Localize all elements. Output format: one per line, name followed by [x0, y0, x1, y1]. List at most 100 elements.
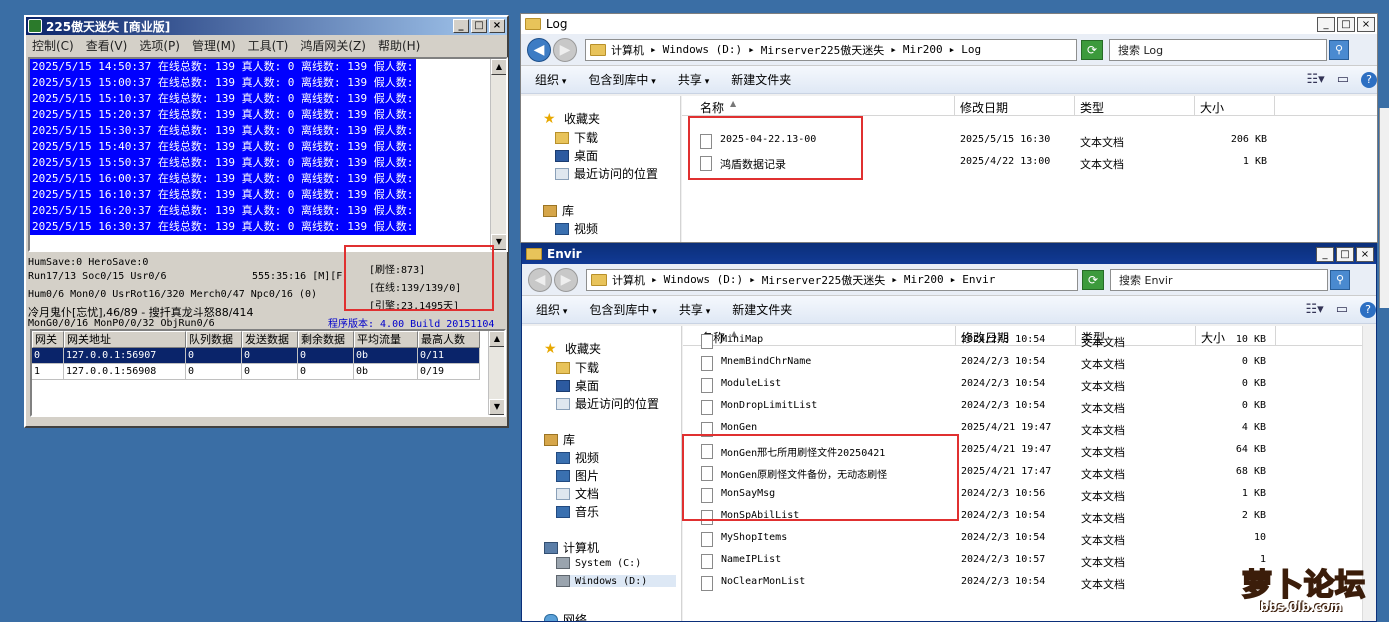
column-header[interactable]: 网关	[32, 331, 64, 348]
path-segment[interactable]: Envir	[962, 273, 995, 286]
nav-drive-c[interactable]: System (C:)	[556, 557, 641, 569]
preview-pane-icon[interactable]: ▭	[1337, 72, 1349, 87]
scroll-down-icon[interactable]: ▼	[489, 399, 504, 415]
column-header[interactable]: 最高人数	[418, 331, 480, 348]
nav-music[interactable]: 音乐	[556, 503, 599, 520]
path-segment[interactable]: Windows (D:)	[664, 273, 743, 286]
include-library-button[interactable]: 包含到库中	[589, 301, 656, 318]
nav-favorites[interactable]: ★ 收藏夹	[544, 340, 601, 357]
nav-libraries[interactable]: 库	[544, 431, 575, 448]
table-cell[interactable]: 0	[32, 348, 64, 364]
table-cell[interactable]: 127.0.0.1:56908	[64, 364, 186, 380]
forward-arrow-icon[interactable]: ▶	[553, 37, 577, 62]
log-address-bar[interactable]: 计算机 ▸ Windows (D:) ▸ Mirserver225傲天迷失 ▸ Mir…	[585, 38, 1077, 61]
table-cell[interactable]: 0	[242, 364, 298, 380]
path-segment[interactable]: Mir200	[903, 43, 943, 56]
menu-view[interactable]: 查看(V)	[86, 37, 128, 54]
preview-pane-icon[interactable]: ▭	[1336, 302, 1348, 317]
table-cell[interactable]: 0	[242, 348, 298, 364]
minimize-button[interactable]: _	[1316, 246, 1334, 262]
nav-libraries[interactable]: 库	[543, 202, 574, 219]
maximize-button[interactable]: □	[1336, 246, 1354, 262]
column-date[interactable]: 修改日期	[960, 99, 1008, 116]
table-cell[interactable]: 0b	[354, 348, 418, 364]
close-button[interactable]: ×	[1356, 246, 1374, 262]
column-header[interactable]: 剩余数据	[298, 331, 354, 348]
search-icon[interactable]: ⚲	[1330, 269, 1350, 290]
include-library-button[interactable]: 包含到库中	[588, 71, 655, 88]
scroll-up-icon[interactable]: ▲	[491, 59, 506, 75]
menu-tools[interactable]: 工具(T)	[248, 37, 289, 54]
new-folder-button[interactable]: 新建文件夹	[732, 301, 792, 318]
log-titlebar[interactable]: Log _ □ ×	[521, 14, 1377, 34]
path-segment[interactable]: 计算机	[611, 42, 644, 58]
menu-gateway[interactable]: 鸿盾网关(Z)	[300, 37, 366, 54]
path-segment[interactable]: Windows (D:)	[663, 43, 742, 56]
nav-recent[interactable]: 最近访问的位置	[556, 395, 659, 412]
nav-favorites[interactable]: ★ 收藏夹	[543, 110, 600, 127]
envir-titlebar[interactable]: Envir _ □ ×	[522, 244, 1376, 264]
nav-network[interactable]: 网络	[544, 611, 587, 621]
nav-downloads[interactable]: 下载	[556, 359, 599, 376]
log-list[interactable]: 2025/5/15 14:50:37 在线总数: 139 真人数: 0 离线数:…	[28, 57, 508, 252]
menu-help[interactable]: 帮助(H)	[378, 37, 420, 54]
gateway-table[interactable]: 网关 网关地址 队列数据 发送数据 剩余数据 平均流量 最高人数 0 127.0…	[30, 329, 506, 417]
server-titlebar[interactable]: 225傲天迷失 [商业版] _ □ ×	[26, 17, 507, 35]
nav-drive-d[interactable]: Windows (D:)	[556, 575, 676, 587]
table-cell[interactable]: 0	[186, 348, 242, 364]
nav-downloads[interactable]: 下载	[555, 129, 598, 146]
nav-documents[interactable]: 文档	[556, 485, 599, 502]
table-cell[interactable]: 127.0.0.1:56907	[64, 348, 186, 364]
table-cell[interactable]: 0	[186, 364, 242, 380]
refresh-icon[interactable]: ⟳	[1081, 39, 1103, 60]
gateway-scrollbar[interactable]: ▲ ▼	[488, 331, 504, 415]
nav-computer[interactable]: 计算机	[544, 539, 599, 556]
table-cell[interactable]: 0	[298, 364, 354, 380]
file-row[interactable]: MonDropLimitList 2024/2/3 10:54 文本文档 0 KB	[683, 396, 1376, 418]
table-cell[interactable]: 0b	[354, 364, 418, 380]
search-icon[interactable]: ⚲	[1329, 39, 1349, 60]
table-cell[interactable]: 0/19	[418, 364, 480, 380]
file-row[interactable]: MiniMap 2024/2/3 10:54 文本文档 10 KB	[683, 330, 1376, 352]
nav-videos[interactable]: 视频	[555, 220, 598, 237]
view-options-icon[interactable]: ☷▾	[1307, 72, 1325, 87]
nav-desktop[interactable]: 桌面	[555, 147, 598, 164]
column-header[interactable]: 平均流量	[354, 331, 418, 348]
organize-button[interactable]: 组织	[535, 71, 566, 88]
maximize-button[interactable]: □	[471, 19, 487, 33]
file-row[interactable]: MyShopItems 2024/2/3 10:54 文本文档 10	[683, 528, 1376, 550]
forward-arrow-icon[interactable]: ▶	[554, 267, 578, 292]
envir-address-bar[interactable]: 计算机 ▸ Windows (D:) ▸ Mirserver225傲天迷失 ▸ Mir…	[586, 268, 1078, 291]
scroll-up-icon[interactable]: ▲	[489, 331, 504, 347]
file-row[interactable]: MnemBindChrName 2024/2/3 10:54 文本文档 0 KB	[683, 352, 1376, 374]
table-cell[interactable]: 1	[32, 364, 64, 380]
minimize-button[interactable]: _	[453, 19, 469, 33]
menu-control[interactable]: 控制(C)	[32, 37, 74, 54]
new-folder-button[interactable]: 新建文件夹	[731, 71, 791, 88]
help-icon[interactable]: ?	[1361, 71, 1377, 88]
column-name[interactable]: 名称	[700, 99, 724, 116]
maximize-button[interactable]: □	[1337, 16, 1355, 32]
column-header[interactable]: 网关地址	[64, 331, 186, 348]
help-icon[interactable]: ?	[1360, 301, 1376, 318]
close-button[interactable]: ×	[489, 19, 505, 33]
refresh-icon[interactable]: ⟳	[1082, 269, 1104, 290]
nav-recent[interactable]: 最近访问的位置	[555, 165, 658, 182]
log-scrollbar[interactable]: ▲ ▼	[490, 59, 506, 250]
log-search-input[interactable]: 搜索 Log	[1109, 38, 1327, 61]
nav-desktop[interactable]: 桌面	[556, 377, 599, 394]
path-segment[interactable]: Mir200	[904, 273, 944, 286]
column-header[interactable]: 发送数据	[242, 331, 298, 348]
nav-videos[interactable]: 视频	[556, 449, 599, 466]
menu-options[interactable]: 选项(P)	[139, 37, 180, 54]
file-row[interactable]: ModuleList 2024/2/3 10:54 文本文档 0 KB	[683, 374, 1376, 396]
share-button[interactable]: 共享	[679, 301, 710, 318]
path-segment[interactable]: Mirserver225傲天迷失	[762, 272, 885, 288]
path-segment[interactable]: Log	[961, 43, 981, 56]
column-type[interactable]: 类型	[1080, 99, 1104, 116]
path-segment[interactable]: Mirserver225傲天迷失	[761, 42, 884, 58]
menu-manage[interactable]: 管理(M)	[192, 37, 236, 54]
table-cell[interactable]: 0	[298, 348, 354, 364]
nav-pictures[interactable]: 图片	[556, 467, 599, 484]
back-arrow-icon[interactable]: ◀	[528, 267, 552, 292]
